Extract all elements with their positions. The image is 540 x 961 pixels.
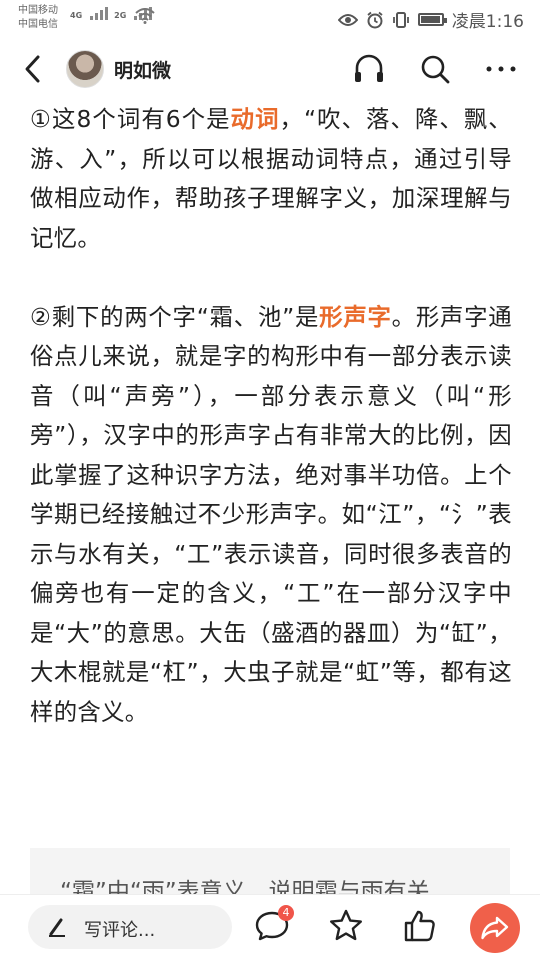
- network-type-2: 2G: [114, 11, 127, 20]
- thumbs-up-icon[interactable]: [402, 908, 438, 944]
- comment-count-badge: 4: [278, 905, 294, 921]
- headphones-icon[interactable]: [352, 52, 386, 86]
- vibrate-icon: [392, 11, 409, 28]
- more-icon[interactable]: [484, 52, 518, 86]
- star-icon[interactable]: [328, 908, 364, 944]
- alarm-icon: [367, 11, 383, 28]
- share-arrow-icon: [481, 916, 509, 940]
- article-header: 明如微: [0, 38, 540, 100]
- comment-input[interactable]: 写评论...: [28, 905, 232, 949]
- article-paragraph-1: ①这8个词有6个是动词，“吹、落、降、飘、游、入”，所以可以根据动词特点，通过引…: [30, 100, 512, 258]
- para2-highlight: 形声字: [319, 302, 392, 331]
- para2-text-pre: ②剩下的两个字“霜、池”是: [30, 302, 320, 331]
- share-button[interactable]: [470, 903, 520, 953]
- author-name[interactable]: 明如微: [114, 56, 171, 83]
- pen-icon: [49, 918, 65, 937]
- article-paragraph-2: ②剩下的两个字“霜、池”是形声字。形声字通俗点儿来说，就是字的构形中有一部分表示…: [30, 298, 512, 733]
- carrier-2: 中国电信: [18, 19, 58, 30]
- carrier-1: 中国移动: [18, 5, 58, 16]
- para1-text-pre: ①这8个词有6个是: [30, 105, 231, 133]
- status-right: 凌晨1:16: [337, 7, 524, 32]
- eye-icon: [337, 13, 358, 26]
- status-bar: 中国移动 中国电信 4G 2G 凌晨1:16: [0, 0, 540, 36]
- signal-bars-1-icon: [90, 7, 109, 20]
- network-type-1: 4G: [70, 11, 83, 20]
- wifi-icon: [135, 8, 155, 24]
- carrier-info: 中国移动 中国电信: [18, 4, 58, 32]
- search-icon[interactable]: [418, 52, 452, 86]
- back-button[interactable]: [18, 52, 50, 86]
- comment-placeholder: 写评论...: [84, 920, 156, 941]
- article-body: ①这8个词有6个是动词，“吹、落、降、飘、游、入”，所以可以根据动词特点，通过引…: [30, 100, 512, 772]
- clock: 凌晨1:16: [451, 12, 524, 32]
- battery-icon: [417, 13, 447, 26]
- para2-text-post: 。形声字通俗点儿来说，就是字的构形中有一部分表示读音（叫“声旁”），一部分表示意…: [30, 302, 512, 726]
- author-avatar[interactable]: [66, 50, 104, 88]
- bottom-action-bar: 写评论... 4: [0, 894, 540, 961]
- para1-highlight: 动词: [230, 105, 280, 133]
